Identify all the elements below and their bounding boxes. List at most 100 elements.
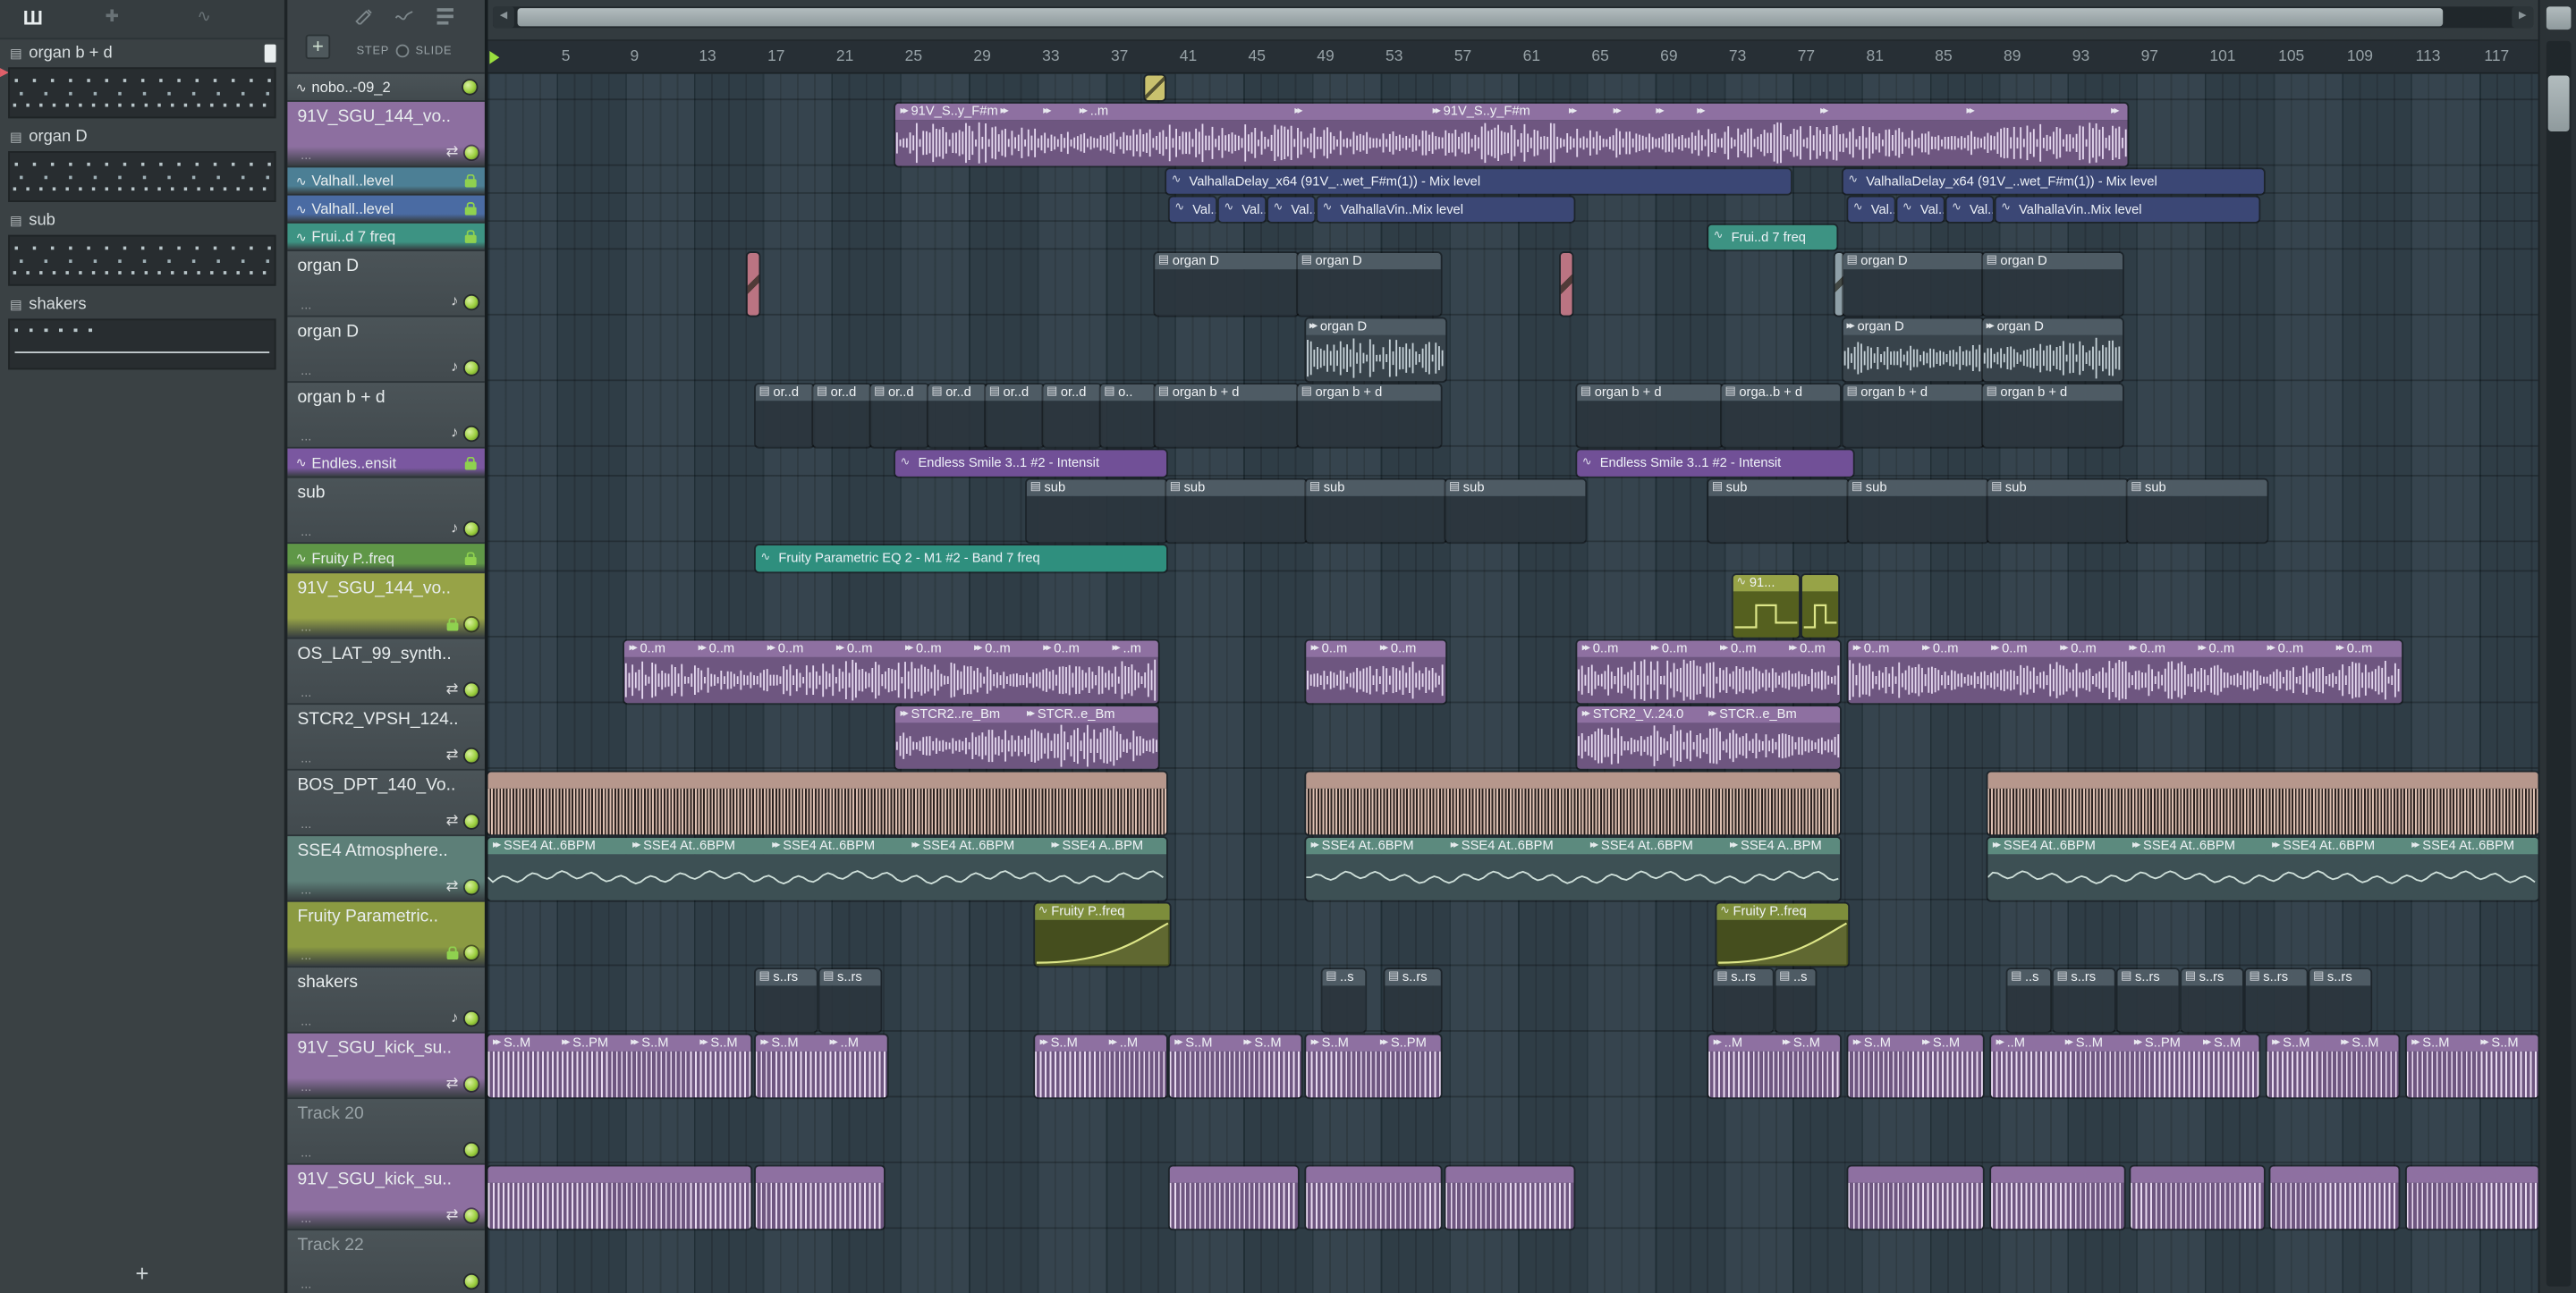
clip-audgray[interactable]: ▸▸ organ D (1843, 317, 1983, 381)
slip-tool-icon[interactable] (394, 5, 414, 25)
clip-aud[interactable]: ▸▸ STCR2..re_Bm ▸▸ STCR..e_Bm (895, 706, 1158, 768)
clip-pat[interactable]: ▤ organ b + d (1843, 384, 1983, 446)
clip-autoh[interactable]: ∿ ValhallaVin..Mix level (1318, 196, 1574, 222)
lock-icon[interactable] (464, 201, 477, 216)
clip-audgray[interactable]: ▸▸ organ D (1982, 317, 2123, 381)
track-header[interactable]: ∿ Frui..d 7 freq (287, 223, 485, 252)
clip-pat[interactable]: ▤ sub (1987, 478, 2128, 542)
horizontal-scrollbar-thumb[interactable] (517, 8, 2444, 27)
clip-kick[interactable]: ▸▸ S..M ▸▸ S..PM ▸▸ S..M ▸▸ S..M (487, 1034, 751, 1097)
clip-pat[interactable]: ▤ or..d (870, 384, 928, 446)
clip-pat[interactable]: ▤ s..rs (2245, 968, 2307, 1031)
slide-label[interactable]: SLIDE (415, 46, 452, 57)
clip-pat[interactable]: ▤ organ b + d (1297, 384, 1441, 446)
track-header[interactable]: 91V_SGU_144_vo..... (287, 573, 485, 639)
clip-autoh[interactable]: ∿ ValhallaVin..Mix level (1996, 196, 2259, 222)
picker-scrollbar-thumb[interactable] (264, 44, 276, 63)
clip-aud[interactable]: ▸▸ 0..m ▸▸ 0..m ▸▸ 0..m ▸▸ 0..m (1577, 639, 1841, 703)
clip-pat[interactable]: ▤ s..rs (755, 968, 817, 1031)
picker-filter-icon[interactable]: ✚ (106, 8, 119, 26)
clip-pat[interactable]: ▤ organ D (1297, 252, 1441, 315)
lane[interactable] (487, 317, 2538, 382)
lock-icon[interactable] (446, 946, 459, 959)
clip-autoh[interactable]: ∿ Val..l (1267, 196, 1315, 222)
lock-icon[interactable] (464, 173, 477, 188)
play-position-marker[interactable] (489, 50, 500, 64)
clip-comb[interactable] (755, 1165, 885, 1229)
clip-mini[interactable] (1835, 252, 1843, 315)
track-header[interactable]: BOS_DPT_140_Vo..... ⇄ (287, 770, 485, 837)
lock-icon[interactable] (464, 230, 477, 243)
vertical-scrollbar[interactable] (2538, 0, 2576, 1293)
clip-pat[interactable]: ▤ s..rs (2053, 968, 2114, 1031)
clip-autoh[interactable]: ∿ Val..l (1848, 196, 1894, 222)
pattern-preview[interactable] (8, 234, 276, 286)
track-header[interactable]: STCR2_VPSH_124..... ⇄ (287, 705, 485, 771)
clip-pat[interactable]: ▤ s..rs (2182, 968, 2243, 1031)
clip-mini[interactable] (1560, 252, 1572, 315)
scroll-left-arrow-icon[interactable]: ◀ (493, 6, 514, 29)
clip-autoh[interactable]: ∿ Val..l (1218, 196, 1266, 222)
track-led[interactable] (464, 360, 479, 374)
clip-step[interactable] (1801, 574, 1839, 637)
clip-pat[interactable]: ▤ sub (1026, 478, 1167, 542)
pattern-preview[interactable] (8, 318, 276, 370)
clip-comb[interactable] (1991, 1165, 2124, 1229)
track-header[interactable]: Track 20... (287, 1099, 485, 1165)
track-led[interactable] (464, 879, 479, 893)
track-header[interactable]: Track 22... (287, 1230, 485, 1293)
clip-step[interactable]: ∿ 91... (1733, 574, 1800, 637)
clip-pat[interactable]: ▤ or..d (986, 384, 1044, 446)
clip-pat[interactable]: ▤ sub (2127, 478, 2267, 542)
clip-kick[interactable]: ▸▸ ..M ▸▸ S..M (1708, 1034, 1841, 1097)
clip-aud[interactable]: ▸▸ 91V_S..y_F#m ▸▸ ▸▸ ▸▸ ..m ▸▸ ▸▸ 91V_S..y_F#m ▸… (895, 102, 2128, 165)
clip-autoh[interactable]: ∿ ValhallaDelay_x64 (91V_..wet_F#m(1)) - … (1166, 168, 1792, 193)
clip-pat[interactable]: ▤ ..s (1775, 968, 1816, 1031)
track-header[interactable]: organ b + d... ♪ (287, 383, 485, 449)
track-header[interactable]: organ D... ♪ (287, 251, 485, 317)
vertical-scrollbar-track[interactable] (2546, 40, 2572, 1287)
track-led[interactable] (464, 814, 479, 828)
lane[interactable] (487, 1230, 2538, 1293)
pattern-item[interactable]: ▤ sub (0, 208, 284, 286)
clip-pat[interactable]: ▤ organ b + d (1577, 384, 1722, 446)
track-led[interactable] (464, 1143, 479, 1157)
pattern-item[interactable]: ▤ shakers (0, 292, 284, 370)
clip-kick[interactable]: ▸▸ S..M ▸▸ S..M (1848, 1034, 1983, 1097)
picker-add-button[interactable]: + (0, 1260, 284, 1286)
horizontal-scrollbar[interactable]: ◀ ▶ (493, 6, 2534, 29)
draw-tool-icon[interactable] (353, 5, 373, 25)
track-header[interactable]: SSE4 Atmosphere..... ⇄ (287, 836, 485, 902)
track-header[interactable]: shakers... ♪ (287, 968, 485, 1034)
track-led[interactable] (464, 1208, 479, 1222)
clip-aud[interactable]: ▸▸ 0..m ▸▸ 0..m ▸▸ 0..m ▸▸ 0..m ▸▸ 0..m ▸▸ 0..m ▸▸ 0.… (1848, 639, 2402, 703)
track-led[interactable] (464, 145, 479, 159)
clip-sse[interactable]: ▸▸ SSE4 At..6BPM ▸▸ SSE4 At..6BPM ▸▸ SSE4 At.… (1987, 837, 2538, 900)
clip-pat[interactable]: ▤ organ b + d (1982, 384, 2123, 446)
track-header[interactable]: sub... ♪ (287, 477, 485, 545)
clip-autoh[interactable]: ∿ Frui..d 7 freq (1708, 224, 1837, 249)
clip-aud[interactable]: ▸▸ 0..m ▸▸ 0..m (1306, 639, 1446, 703)
clip-pat[interactable]: ▤ ..s (2007, 968, 2051, 1031)
track-header[interactable]: ∿ Fruity P..freq (287, 544, 485, 574)
clip-comb[interactable] (487, 1165, 751, 1229)
clip-pat[interactable]: ▤ or..d (755, 384, 814, 446)
track-header[interactable]: ∿ Valhall..level (287, 167, 485, 196)
clip-pat[interactable]: ▤ sub (1708, 478, 1849, 542)
picker-panel-icon[interactable]: Ш (23, 6, 43, 30)
clip-mini[interactable] (747, 252, 759, 315)
clip-mini[interactable] (1145, 74, 1165, 100)
clip-pat[interactable]: ▤ s..rs (1385, 968, 1441, 1031)
clip-pat[interactable]: ▤ sub (1445, 478, 1586, 542)
track-header[interactable]: 91V_SGU_kick_su..... ⇄ (287, 1033, 485, 1100)
clip-sse[interactable]: ▸▸ SSE4 At..6BPM ▸▸ SSE4 At..6BPM ▸▸ SSE4 At.… (1306, 837, 1841, 900)
clip-autoh[interactable]: ∿ Endless Smile 3..1 #2 - Intensit (895, 449, 1167, 476)
clip-comb[interactable] (1445, 1165, 1574, 1229)
lock-icon[interactable] (464, 455, 477, 469)
track-header[interactable]: ∿ Valhall..level (287, 195, 485, 224)
step-label[interactable]: STEP (357, 46, 390, 57)
clip-lanes[interactable]: ▸▸ 91V_S..y_F#m ▸▸ ▸▸ ▸▸ ..m ▸▸ ▸▸ 91V_S..y_F#m ▸… (487, 73, 2538, 1293)
clip-autoh[interactable]: ∿ Val..l (1946, 196, 1993, 222)
track-led[interactable] (462, 80, 477, 94)
lane[interactable] (487, 224, 2538, 250)
